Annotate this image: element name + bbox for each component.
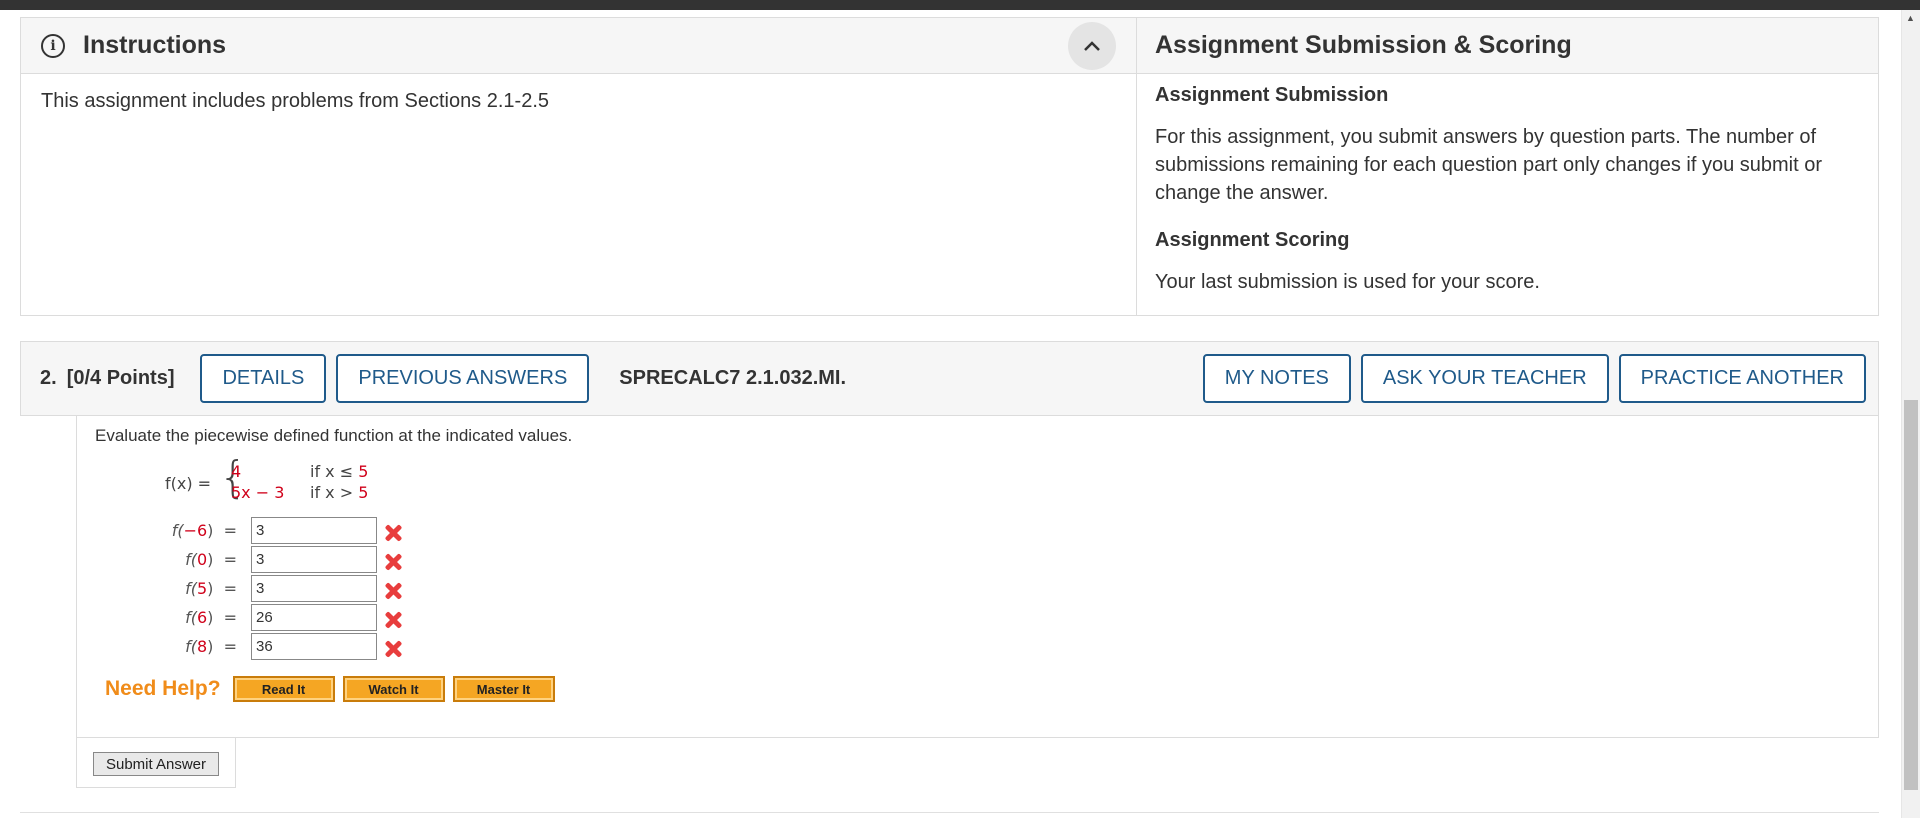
scroll-up-icon[interactable]: ▲ <box>1901 10 1920 26</box>
instructions-header[interactable]: i Instructions <box>21 18 1136 74</box>
scoring-text: Your last submission is used for your sc… <box>1155 271 1540 293</box>
question-code: SPRECALC7 2.1.032.MI. <box>619 367 847 389</box>
answer-input[interactable] <box>251 604 377 631</box>
submission-heading: Assignment Submission <box>1155 84 1389 106</box>
read-it-button[interactable]: Read It <box>232 676 335 702</box>
my-notes-button[interactable]: MY NOTES <box>1202 354 1351 403</box>
question-prompt: Evaluate the piecewise defined function … <box>95 426 573 445</box>
submission-text: For this assignment, you submit answers … <box>1155 126 1823 204</box>
answer-input[interactable] <box>251 633 377 660</box>
info-panels: i Instructions This assignment includes … <box>20 17 1879 316</box>
evaluation-row: f(5) = <box>77 575 397 603</box>
watch-it-button[interactable]: Watch It <box>342 676 445 702</box>
evaluation-row: f(8) = <box>77 633 397 661</box>
submission-header: Assignment Submission & Scoring <box>1137 18 1878 74</box>
collapse-button[interactable] <box>1068 22 1116 70</box>
question-header: 2. [0/4 Points] DETAILS PREVIOUS ANSWERS… <box>20 341 1879 416</box>
function-name: f(x) = <box>165 474 212 493</box>
info-icon: i <box>41 33 65 58</box>
submit-answer-button[interactable]: Submit Answer <box>93 752 219 776</box>
need-help-label: Need Help? <box>105 677 221 700</box>
instructions-title: Instructions <box>83 31 227 59</box>
incorrect-icon <box>383 552 403 572</box>
case1-expression: 4 <box>231 462 242 481</box>
question-points: [0/4 Points] <box>66 367 175 389</box>
evaluation-label: f(−6) = <box>171 521 237 540</box>
answer-input[interactable] <box>251 546 377 573</box>
answer-input[interactable] <box>251 517 377 544</box>
submission-title: Assignment Submission & Scoring <box>1155 31 1572 59</box>
incorrect-icon <box>383 581 403 601</box>
case2-value: 5 <box>358 483 369 502</box>
evaluation-label: f(6) = <box>185 608 237 627</box>
incorrect-icon <box>383 523 403 543</box>
incorrect-icon <box>383 610 403 630</box>
case2-expression-a: 5x <box>231 483 251 502</box>
instructions-body: This assignment includes problems from S… <box>41 90 550 112</box>
case1-condition: if x ≤ <box>310 462 354 481</box>
scoring-heading: Assignment Scoring <box>1155 229 1350 251</box>
evaluation-row: f(6) = <box>77 604 397 632</box>
master-it-button[interactable]: Master It <box>452 676 555 702</box>
evaluation-label: f(8) = <box>185 637 237 656</box>
top-bar <box>0 0 1920 10</box>
case1-value: 5 <box>358 462 369 481</box>
help-row: Need Help? Read It Watch It Master It <box>105 676 563 702</box>
practice-another-button[interactable]: PRACTICE ANOTHER <box>1618 354 1866 403</box>
evaluation-label: f(0) = <box>185 550 237 569</box>
previous-answers-button[interactable]: PREVIOUS ANSWERS <box>336 354 590 403</box>
scrollbar-thumb[interactable] <box>1904 400 1918 790</box>
question-number: 2. <box>40 367 57 389</box>
incorrect-icon <box>383 639 403 659</box>
evaluation-label: f(5) = <box>185 579 237 598</box>
case2-expression-b: − 3 <box>255 483 285 502</box>
evaluation-row: f(−6) = <box>77 517 397 545</box>
evaluation-row: f(0) = <box>77 546 397 574</box>
next-question-edge <box>20 812 1879 818</box>
submission-panel: Assignment Submission & Scoring Assignme… <box>1137 18 1878 315</box>
question-body: Evaluate the piecewise defined function … <box>76 416 1879 738</box>
ask-teacher-button[interactable]: ASK YOUR TEACHER <box>1360 354 1609 403</box>
details-button[interactable]: DETAILS <box>200 354 327 403</box>
chevron-up-icon <box>1084 41 1100 51</box>
submit-area: Submit Answer <box>76 738 236 788</box>
instructions-panel: i Instructions This assignment includes … <box>21 18 1137 315</box>
case2-condition: if x > <box>310 483 354 502</box>
answer-input[interactable] <box>251 575 377 602</box>
